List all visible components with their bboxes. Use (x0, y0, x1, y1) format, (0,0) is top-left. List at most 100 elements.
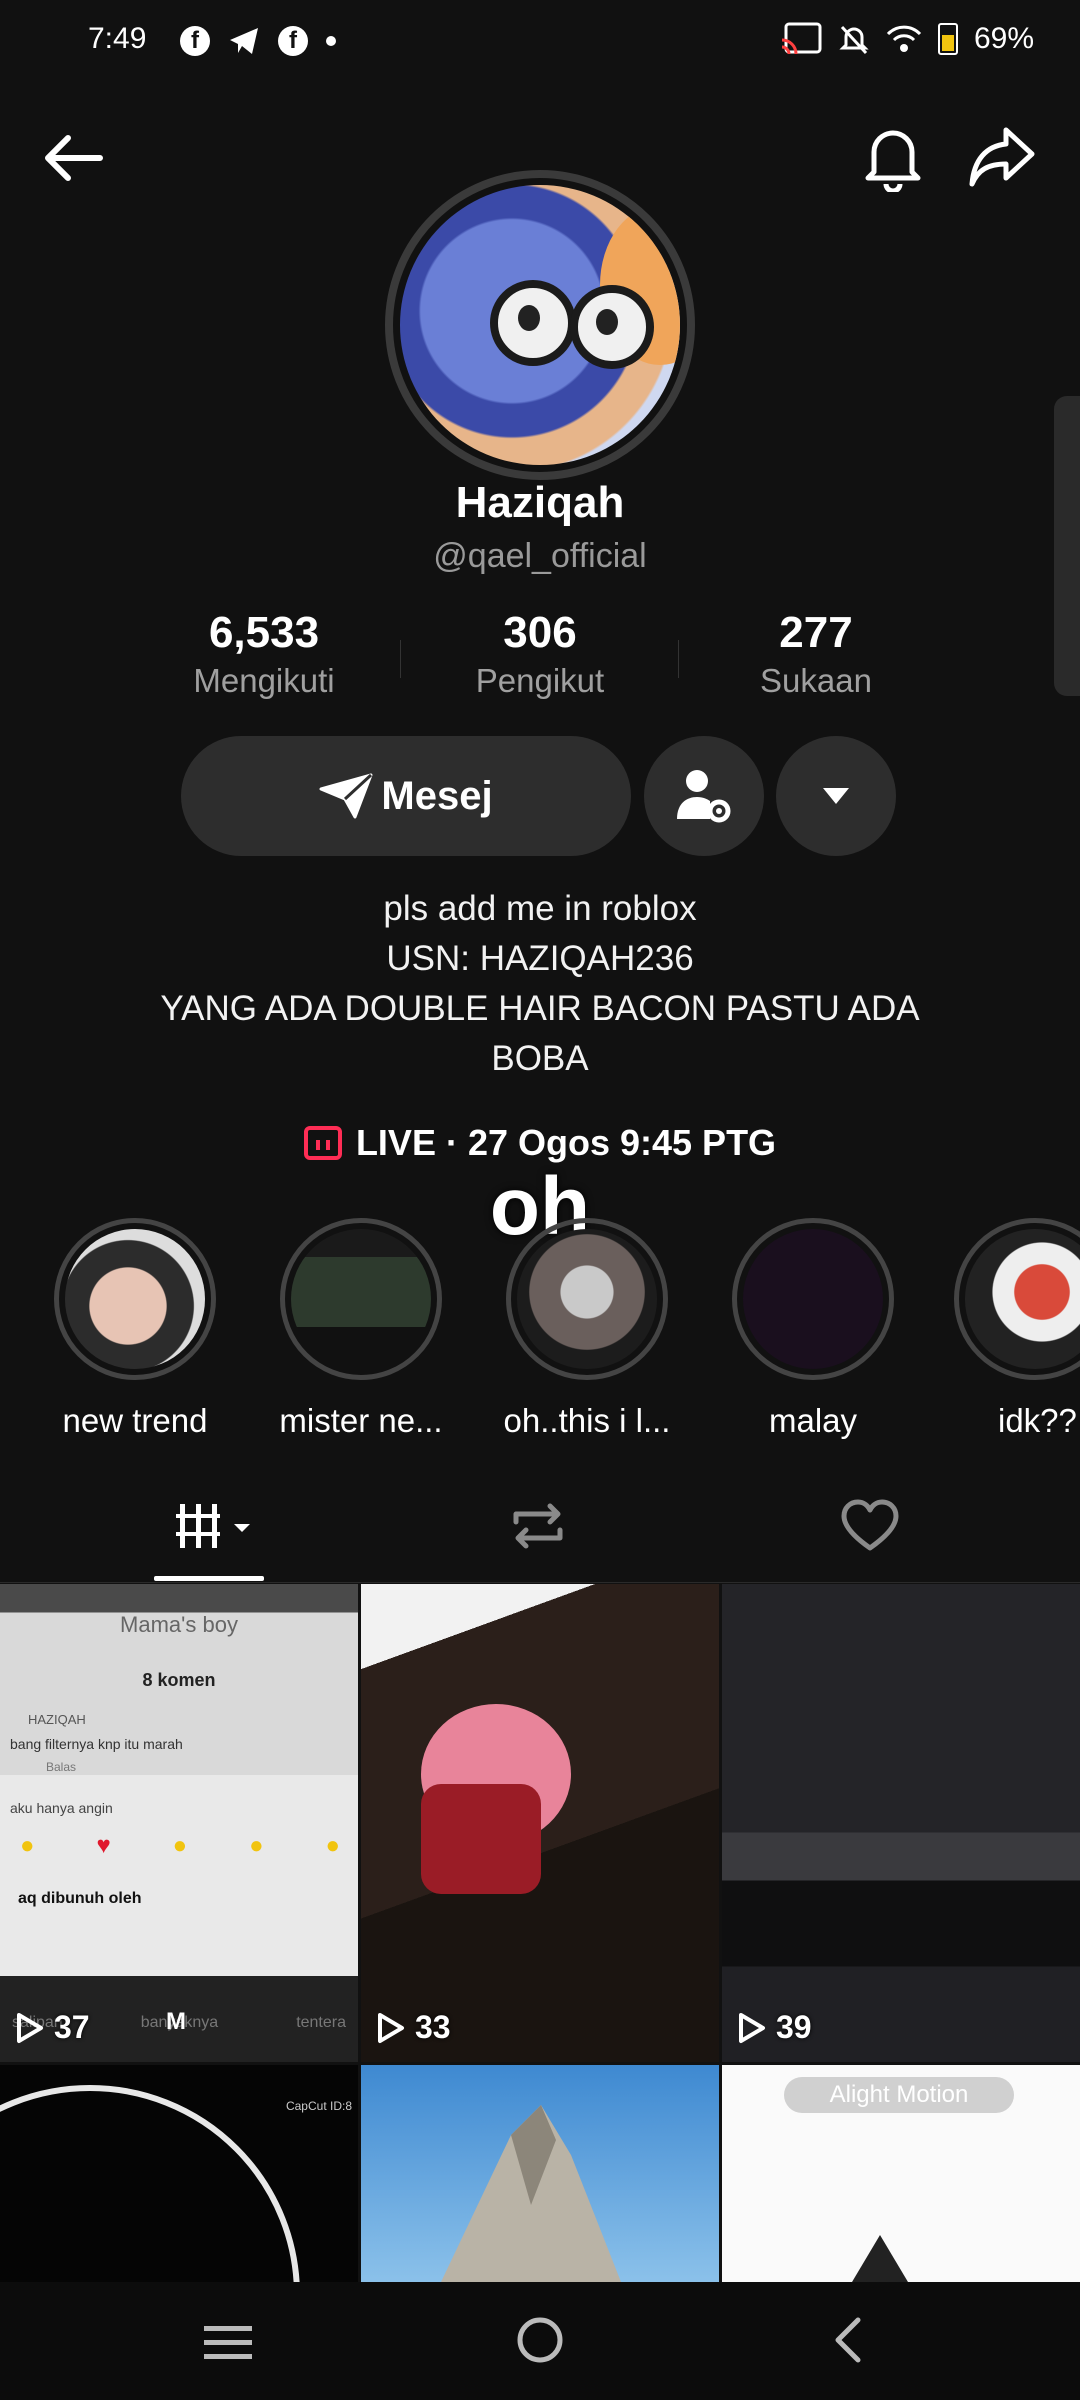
play-icon (17, 2012, 43, 2043)
video-tile[interactable] (361, 2065, 719, 2282)
profile-tabs (0, 1470, 1080, 1582)
live-tv-icon (303, 1126, 342, 1160)
stat-following[interactable]: 6,533 Mengikuti (134, 608, 394, 700)
notification-icons: f f (180, 26, 336, 56)
view-count: 39 (738, 2009, 812, 2046)
stat-label: Pengikut (475, 662, 605, 699)
system-nav-bar (0, 2282, 1080, 2400)
wifi-icon (886, 25, 922, 52)
status-bar: 7:49 f f 69% (0, 0, 1080, 88)
highlight-label: malay (768, 1402, 858, 1439)
thumb-text: Balas (46, 1760, 77, 1774)
heart-emoji-icon: ♥ (96, 1832, 111, 1859)
stat-likes[interactable]: 277 Sukaan (686, 608, 946, 700)
battery-icon (937, 23, 958, 55)
profile-name: Haziqah (455, 478, 625, 527)
bio-line: USN: HAZIQAH236 (386, 939, 694, 978)
emoji-icon: ● (325, 1832, 341, 1859)
highlight-ring (732, 1218, 894, 1380)
stat-label: Mengikuti (193, 662, 335, 699)
liked-tab-icon[interactable] (840, 1498, 900, 1554)
videos-tab-icon[interactable] (176, 1498, 260, 1554)
scrollbar[interactable] (1054, 396, 1080, 696)
emoji-row: ● ♥ ● ● ● (20, 1832, 340, 1860)
avatar-art (596, 309, 618, 335)
thumb-text: bang filternya knp itu marah (10, 1736, 183, 1752)
video-tile[interactable]: Alight Motion (722, 2065, 1080, 2282)
mute-icon (839, 25, 869, 55)
recent-apps-icon[interactable] (202, 2320, 254, 2364)
bio-line: pls add me in roblox (383, 889, 697, 928)
stat-followers[interactable]: 306 Pengikut (410, 608, 670, 700)
live-schedule-text: LIVE · 27 Ogos 9:45 PTG (355, 1122, 777, 1163)
video-tile[interactable]: CapCut ID:8 (0, 2065, 358, 2282)
divider (400, 640, 401, 678)
highlight-label: mister ne... (279, 1402, 443, 1439)
thumb-art (421, 1784, 541, 1894)
message-button[interactable]: Mesej (181, 736, 631, 856)
bell-icon[interactable] (860, 122, 926, 192)
divider (0, 1582, 1080, 1583)
avatar[interactable] (400, 185, 680, 465)
highlight-item[interactable]: new trend (50, 1218, 220, 1440)
video-tile[interactable]: Mama's boy 8 komen HAZIQAH bang filterny… (0, 1584, 358, 2062)
stat-label: Sukaan (760, 662, 872, 699)
thumb-text: CapCut ID:8 (285, 2099, 352, 2113)
video-tile[interactable]: 39 (722, 1584, 1080, 2062)
highlight-thumbnail (517, 1229, 657, 1369)
emoji-icon: ● (249, 1832, 264, 1859)
caret-down-icon (823, 788, 849, 804)
highlight-ring (954, 1218, 1080, 1380)
highlight-ring (506, 1218, 668, 1380)
live-schedule[interactable]: LIVE · 27 Ogos 9:45 PTG (0, 1122, 1080, 1164)
facebook-icon: f (278, 26, 308, 56)
highlight-thumbnail (291, 1229, 431, 1369)
thumb-text: 8 komen (142, 1670, 216, 1690)
thumb-text: Mama's boy (120, 1612, 238, 1637)
thumb-art (441, 2105, 621, 2282)
highlight-item[interactable]: oh..this i l... (502, 1218, 672, 1440)
bio-line: YANG ADA DOUBLE HAIR BACON PASTU ADA (160, 989, 920, 1028)
status-time: 7:49 (88, 22, 147, 55)
divider (678, 640, 679, 678)
stat-value: 306 (503, 608, 577, 657)
battery-percent: 69% (973, 22, 1034, 55)
thumb-text: aku hanya angin (10, 1800, 113, 1816)
highlight-item[interactable]: idk?? (954, 1218, 1080, 1440)
profile-handle: @qael_official (433, 537, 647, 575)
highlight-item[interactable]: mister ne... (276, 1218, 446, 1440)
highlight-label: idk?? (998, 1402, 1077, 1439)
view-count-value: 37 (54, 2009, 90, 2045)
highlight-item[interactable]: malay (728, 1218, 898, 1440)
avatar-art (518, 305, 540, 331)
view-count: 37 (16, 2009, 90, 2046)
highlight-thumbnail (743, 1229, 883, 1369)
video-tile[interactable]: 33 (361, 1584, 719, 2062)
share-icon[interactable] (966, 124, 1038, 190)
more-dropdown-button[interactable] (776, 736, 896, 856)
view-count-value: 33 (415, 2009, 451, 2045)
profile-bio: pls add me in roblox USN: HAZIQAH236 YAN… (0, 884, 1080, 1084)
cast-icon (781, 22, 822, 55)
thumb-text: M (166, 2008, 186, 2035)
user-settings-button[interactable] (644, 736, 764, 856)
stat-value: 6,533 (208, 608, 320, 657)
active-tab-indicator (154, 1576, 264, 1581)
highlight-thumbnail (965, 1229, 1080, 1369)
telegram-icon (230, 28, 258, 54)
highlight-ring (280, 1218, 442, 1380)
stat-value: 277 (779, 608, 853, 657)
thumb-text: HAZIQAH (28, 1712, 86, 1727)
thumb-art (0, 2085, 300, 2282)
home-icon[interactable] (514, 2314, 566, 2366)
view-count-value: 39 (776, 2009, 812, 2045)
back-nav-icon[interactable] (828, 2316, 868, 2364)
highlight-label: oh..this i l... (503, 1402, 671, 1439)
back-arrow-icon[interactable] (38, 128, 108, 188)
play-icon (739, 2012, 765, 2043)
facebook-icon: f (180, 26, 210, 56)
emoji-icon: ● (172, 1832, 188, 1859)
dot-icon (326, 36, 336, 46)
send-icon (319, 773, 373, 819)
repost-tab-icon[interactable] (508, 1498, 568, 1554)
